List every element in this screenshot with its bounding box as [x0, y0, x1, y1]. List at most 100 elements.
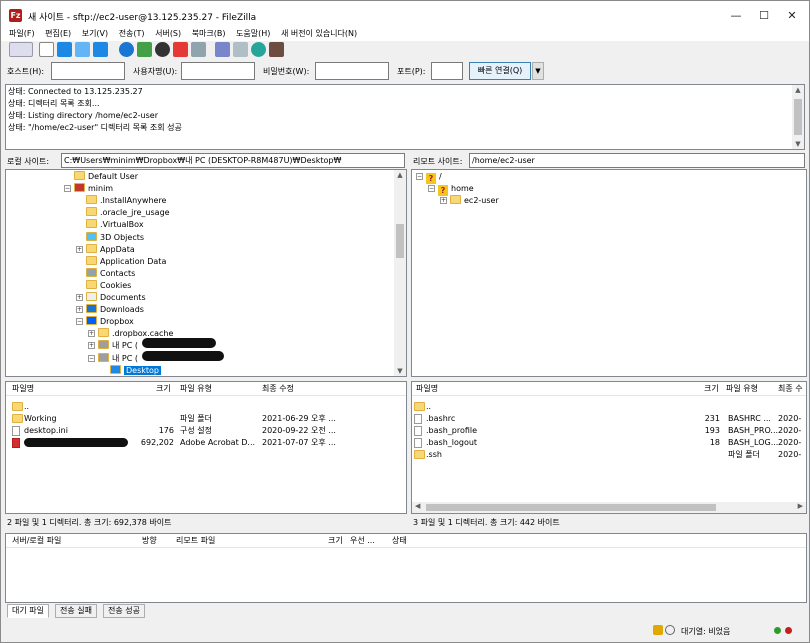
column-filename[interactable]: 파일명	[416, 382, 438, 396]
log-scrollbar[interactable]: ▲ ▼	[792, 85, 804, 149]
maximize-button[interactable]: ☐	[754, 7, 774, 25]
column-direction[interactable]: 방향	[142, 534, 157, 548]
column-priority[interactable]: 우선 ...	[350, 534, 375, 548]
menu-new-version[interactable]: 새 버전이 있습니다(N)	[277, 27, 361, 41]
username-input[interactable]	[181, 62, 255, 80]
column-status[interactable]: 상태	[392, 534, 407, 548]
collapse-icon[interactable]: −	[416, 173, 423, 180]
tree-node[interactable]: Desktop	[100, 364, 161, 376]
scroll-down-icon[interactable]: ▼	[394, 367, 406, 375]
file-row[interactable]: .bashrc 231 BASHRC ... 2020-	[412, 413, 806, 425]
cancel-icon[interactable]	[155, 42, 170, 57]
file-row[interactable]: .bash_profile 193 BASH_PRO... 2020-	[412, 425, 806, 437]
disconnect-icon[interactable]	[173, 42, 188, 57]
tree-node[interactable]: − Dropbox	[76, 316, 134, 328]
column-filetype[interactable]: 파일 유형	[180, 382, 212, 396]
tree-node[interactable]: Contacts	[76, 267, 135, 280]
expand-icon[interactable]: +	[88, 330, 95, 338]
collapse-icon[interactable]: −	[64, 185, 71, 193]
menu-server[interactable]: 서버(S)	[151, 27, 185, 41]
column-size[interactable]: 크기	[328, 534, 343, 548]
column-filetype[interactable]: 파일 유형	[726, 382, 758, 396]
tree-node[interactable]: Application Data	[76, 255, 166, 268]
expand-icon[interactable]: +	[76, 294, 83, 301]
local-tree-scrollbar[interactable]: ▲ ▼	[394, 170, 406, 376]
remote-hscroll-thumb[interactable]	[426, 504, 716, 511]
scroll-up-icon[interactable]: ▲	[394, 171, 406, 179]
column-remote-file[interactable]: 리모트 파일	[176, 534, 215, 548]
column-size[interactable]: 크기	[156, 382, 171, 396]
quickconnect-dropdown-icon[interactable]: ▼	[532, 62, 544, 80]
menu-file[interactable]: 파일(F)	[5, 27, 39, 41]
refresh-icon[interactable]	[119, 42, 134, 57]
column-modified[interactable]: 최종 수	[778, 382, 803, 396]
tree-node[interactable]: .InstallAnywhere	[76, 195, 166, 207]
toggle-local-tree-icon[interactable]	[57, 42, 72, 57]
menu-help[interactable]: 도움말(H)	[232, 27, 274, 41]
expand-icon[interactable]: +	[76, 245, 83, 253]
file-row[interactable]: .ssh 파일 폴더 2020-	[412, 449, 806, 461]
file-row[interactable]: Working 파일 폴더 2021-06-29 오후 ...	[6, 413, 406, 425]
tree-node[interactable]: Cookies	[76, 279, 131, 292]
directory-filter-icon[interactable]	[215, 42, 230, 57]
host-input[interactable]	[51, 62, 125, 80]
tree-node[interactable]: −? home	[428, 183, 474, 196]
tab-successful-transfers[interactable]: 전송 성공	[103, 604, 145, 618]
local-path-input[interactable]: C:₩Users₩minim₩Dropbox₩내 PC (DESKTOP-R8M…	[61, 153, 405, 168]
scroll-left-icon[interactable]: ◀	[415, 502, 420, 510]
log-scroll-thumb[interactable]	[794, 99, 802, 135]
expand-icon[interactable]: +	[88, 342, 95, 350]
tree-node[interactable]: + AppData	[76, 243, 135, 256]
file-row[interactable]: .bash_logout 18 BASH_LOG... 2020-	[412, 437, 806, 449]
toggle-remote-tree-icon[interactable]	[75, 42, 90, 57]
port-input[interactable]	[431, 62, 463, 80]
collapse-icon[interactable]: −	[88, 354, 95, 362]
minimize-button[interactable]: —	[726, 7, 746, 25]
local-tree-scroll-thumb[interactable]	[396, 224, 404, 258]
remote-hscrollbar[interactable]: ◀ ▶	[412, 502, 806, 513]
column-modified[interactable]: 최종 수정	[262, 382, 294, 396]
expand-icon[interactable]: +	[440, 197, 447, 204]
search-files-icon[interactable]	[269, 42, 284, 57]
tree-node[interactable]: + Documents	[76, 292, 146, 304]
toggle-queue-icon[interactable]	[93, 42, 108, 57]
tab-queued-files[interactable]: 대기 파일	[7, 604, 49, 618]
collapse-icon[interactable]: −	[76, 318, 83, 326]
file-row[interactable]: ..	[412, 401, 806, 413]
file-row[interactable]: desktop.ini 176 구성 설정 2020-09-22 오전 ...	[6, 425, 406, 437]
menu-bookmarks[interactable]: 북마크(B)	[188, 27, 230, 41]
tree-node[interactable]: .oracle_jre_usage	[76, 207, 170, 219]
scroll-right-icon[interactable]: ▶	[798, 502, 803, 510]
collapse-icon[interactable]: −	[428, 185, 435, 192]
password-input[interactable]	[315, 62, 389, 80]
tree-node[interactable]: − minim	[64, 183, 113, 195]
reconnect-icon[interactable]	[191, 42, 206, 57]
sync-browse-icon[interactable]	[251, 42, 266, 57]
toggle-log-icon[interactable]	[39, 42, 54, 57]
tree-node[interactable]: −? /	[416, 171, 442, 184]
compare-icon[interactable]	[233, 42, 248, 57]
tree-node[interactable]: 3D Objects	[76, 231, 144, 244]
remote-path-input[interactable]: /home/ec2-user	[469, 153, 805, 168]
tree-node[interactable]: + Downloads	[76, 304, 144, 316]
menu-view[interactable]: 보기(V)	[78, 27, 112, 41]
scroll-up-icon[interactable]: ▲	[792, 86, 804, 94]
file-row[interactable]: ..	[6, 401, 406, 413]
quickconnect-button[interactable]: 빠른 연결(Q)	[469, 62, 531, 80]
column-server-local-file[interactable]: 서버/로컬 파일	[12, 534, 61, 548]
column-size[interactable]: 크기	[704, 382, 719, 396]
tree-node[interactable]: Default User	[64, 171, 138, 183]
expand-icon[interactable]: +	[76, 306, 83, 314]
process-queue-icon[interactable]	[137, 42, 152, 57]
speed-limit-icon[interactable]	[665, 625, 675, 635]
close-button[interactable]: ✕	[782, 7, 802, 25]
tree-node[interactable]: + ec2-user	[440, 195, 499, 207]
menu-edit[interactable]: 편집(E)	[41, 27, 75, 41]
tree-node[interactable]: − 내 PC (	[88, 352, 138, 365]
scroll-down-icon[interactable]: ▼	[792, 140, 804, 148]
site-manager-icon[interactable]	[9, 42, 33, 57]
tree-node[interactable]: .VirtualBox	[76, 219, 144, 231]
column-filename[interactable]: 파일명	[12, 382, 34, 396]
menu-transfer[interactable]: 전송(T)	[115, 27, 149, 41]
tree-node[interactable]: + 내 PC (	[88, 340, 138, 352]
